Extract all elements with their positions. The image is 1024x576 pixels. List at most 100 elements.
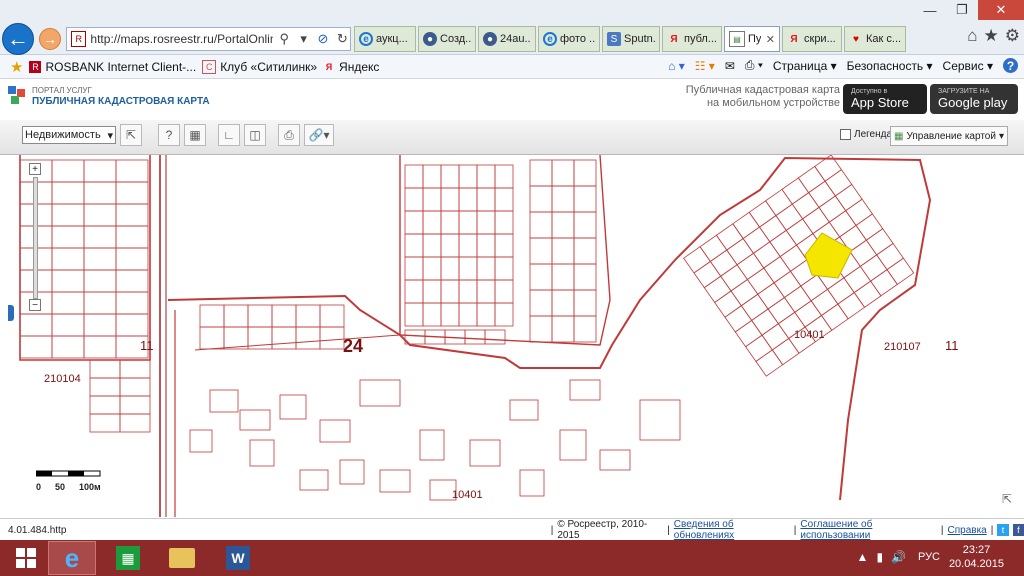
- windows-start-icon[interactable]: [6, 541, 46, 575]
- browser-tab[interactable]: e фото ...: [538, 26, 600, 52]
- doc-tab-icon: ▤: [729, 31, 745, 47]
- identify-tool-icon[interactable]: ⇱: [120, 124, 142, 146]
- map-canvas[interactable]: 11 24 11 210104 10401 210107 10401: [0, 155, 1024, 517]
- ya-tab-icon: Я: [670, 33, 678, 45]
- favorites-star-icon[interactable]: ★: [984, 26, 999, 46]
- print-tool-icon[interactable]: ⎙: [278, 124, 300, 146]
- browser-tab[interactable]: e аукц...: [354, 26, 416, 52]
- ok-tab-icon: ●: [423, 32, 437, 46]
- chevron-down-icon: ▾: [998, 130, 1004, 142]
- file-explorer-icon[interactable]: [158, 541, 206, 575]
- url-text[interactable]: http://maps.rosreestr.ru/PortalOnline...: [90, 32, 272, 46]
- side-panel-toggle[interactable]: [8, 305, 14, 321]
- hrt-tab-icon: ♥: [853, 33, 859, 45]
- home-icon[interactable]: ⌂: [967, 26, 977, 46]
- block-label: 210104: [44, 373, 81, 385]
- window-controls: — ❐ ✕: [914, 0, 1024, 22]
- close-window-button[interactable]: ✕: [978, 0, 1024, 20]
- favorite-citilink[interactable]: C Клуб «Ситилинк»: [202, 59, 318, 74]
- system-tray: ▲ ▮ 🔊: [857, 550, 906, 564]
- zoom-slider[interactable]: + −: [28, 163, 42, 313]
- home-menu-icon[interactable]: ⌂ ▾: [668, 59, 685, 73]
- updates-link[interactable]: Сведения об обновлениях: [674, 519, 790, 541]
- clock-time: 23:27: [962, 544, 991, 556]
- scale-label: 100м: [79, 482, 101, 492]
- minimize-button[interactable]: —: [914, 0, 946, 20]
- measure-tool-icon[interactable]: ∟: [218, 124, 240, 146]
- mobile-promo-line2: на мобильном устройстве: [706, 97, 840, 109]
- terms-link[interactable]: Соглашение об использовании: [800, 519, 936, 541]
- settings-gear-icon[interactable]: ⚙: [1005, 26, 1020, 46]
- citilink-icon: C: [202, 59, 217, 74]
- scale-label: 50: [55, 482, 66, 492]
- favorite-yandex[interactable]: Я Яндекс: [323, 60, 380, 74]
- service-menu[interactable]: Сервис ▾: [943, 59, 993, 73]
- browser-tab[interactable]: Япубл...: [662, 26, 722, 52]
- highlighted-parcel[interactable]: [804, 232, 853, 279]
- clock[interactable]: 23:27 20.04.2015: [949, 543, 1004, 571]
- volume-icon[interactable]: 🔊: [891, 550, 906, 564]
- zoom-out-button[interactable]: −: [29, 299, 41, 311]
- browser-tab[interactable]: Яскри...: [782, 26, 842, 52]
- browser-tab[interactable]: SSputn...: [602, 26, 660, 52]
- chevron-down-icon: ▾: [107, 129, 113, 142]
- back-button[interactable]: ←: [2, 23, 34, 55]
- resize-grip-icon[interactable]: ⇱: [1002, 492, 1012, 506]
- security-menu[interactable]: Безопасность ▾: [847, 59, 933, 73]
- link-tool-icon[interactable]: 🔗▾: [304, 124, 334, 146]
- compat-view-icon[interactable]: ⊘: [315, 31, 330, 47]
- portal-logo[interactable]: ПОРТАЛ УСЛУГ ПУБЛИЧНАЯ КАДАСТРОВАЯ КАРТА: [8, 86, 210, 108]
- network-icon[interactable]: ▮: [876, 550, 883, 564]
- clock-date: 20.04.2015: [948, 558, 1004, 570]
- favorite-label: Клуб «Ситилинк»: [220, 59, 318, 74]
- page-menu[interactable]: Страница ▾: [773, 59, 837, 73]
- help-icon[interactable]: ?: [1003, 58, 1018, 73]
- ie-tab-icon: e: [543, 32, 557, 46]
- restore-button[interactable]: ❐: [946, 0, 978, 20]
- print-icon[interactable]: ⎙ ▾: [745, 58, 763, 73]
- cadastral-map[interactable]: 11 24 11 210104 10401 210107 10401: [0, 155, 1024, 517]
- legend-checkbox[interactable]: [840, 129, 851, 140]
- browser-tab[interactable]: ▤Пу... ✕: [724, 26, 780, 52]
- browser-tab[interactable]: ● Созд...: [418, 26, 476, 52]
- portal-title: ПУБЛИЧНАЯ КАДАСТРОВАЯ КАРТА: [32, 96, 210, 107]
- dropdown-icon[interactable]: ▾: [296, 31, 311, 47]
- close-tab-icon[interactable]: ✕: [766, 33, 775, 46]
- status-version: 4.01.484.http: [8, 524, 67, 536]
- search-icon[interactable]: ⚲: [277, 31, 292, 47]
- ya-tab-icon: Я: [790, 33, 798, 45]
- ie-tab-icon: e: [359, 32, 373, 46]
- store-icon[interactable]: ▦: [104, 541, 152, 575]
- google-play-badge[interactable]: ЗАГРУЗИТЕ НА Google play: [930, 84, 1018, 114]
- layers-tool-icon[interactable]: ▦: [184, 124, 206, 146]
- site-favicon: R: [71, 31, 87, 47]
- legend-toggle[interactable]: Легенда: [840, 129, 892, 140]
- refresh-icon[interactable]: ↻: [335, 31, 350, 47]
- facebook-icon[interactable]: f: [1012, 524, 1024, 536]
- internet-explorer-icon[interactable]: e: [48, 541, 96, 575]
- property-type-select[interactable]: Недвижимость ▾: [22, 126, 116, 144]
- mail-icon[interactable]: ✉: [725, 59, 735, 73]
- address-bar[interactable]: R http://maps.rosreestr.ru/PortalOnline.…: [66, 27, 351, 51]
- forward-button[interactable]: →: [39, 28, 61, 50]
- browser-tab[interactable]: ● 24au...: [478, 26, 536, 52]
- zoom-track[interactable]: [33, 177, 38, 299]
- language-indicator[interactable]: РУС: [918, 551, 940, 563]
- add-favorite-icon[interactable]: ★: [10, 58, 23, 76]
- help-link[interactable]: Справка: [948, 525, 987, 536]
- info-tool-icon[interactable]: ?: [158, 124, 180, 146]
- map-control-dropdown[interactable]: ▦ Управление картой ▾: [890, 126, 1008, 146]
- word-icon[interactable]: W: [214, 541, 262, 575]
- browser-tab[interactable]: ♥ Как с...: [844, 26, 906, 52]
- mobile-promo: Публичная кадастровая карта на мобильном…: [660, 84, 840, 110]
- block-label: 10401: [794, 329, 825, 341]
- favorite-rosbank[interactable]: R ROSBANK Internet Client-...: [29, 60, 196, 74]
- tray-arrow-icon[interactable]: ▲: [857, 550, 869, 564]
- area-tool-icon[interactable]: ◫: [244, 124, 266, 146]
- zoom-in-button[interactable]: +: [29, 163, 41, 175]
- browser-right-icons: ⌂ ★ ⚙: [967, 26, 1020, 46]
- feeds-icon[interactable]: ☷ ▾: [695, 59, 715, 73]
- tab-label: Пу...: [748, 33, 761, 45]
- app-store-badge[interactable]: Доступно в App Store: [843, 84, 927, 114]
- twitter-icon[interactable]: t: [997, 524, 1009, 536]
